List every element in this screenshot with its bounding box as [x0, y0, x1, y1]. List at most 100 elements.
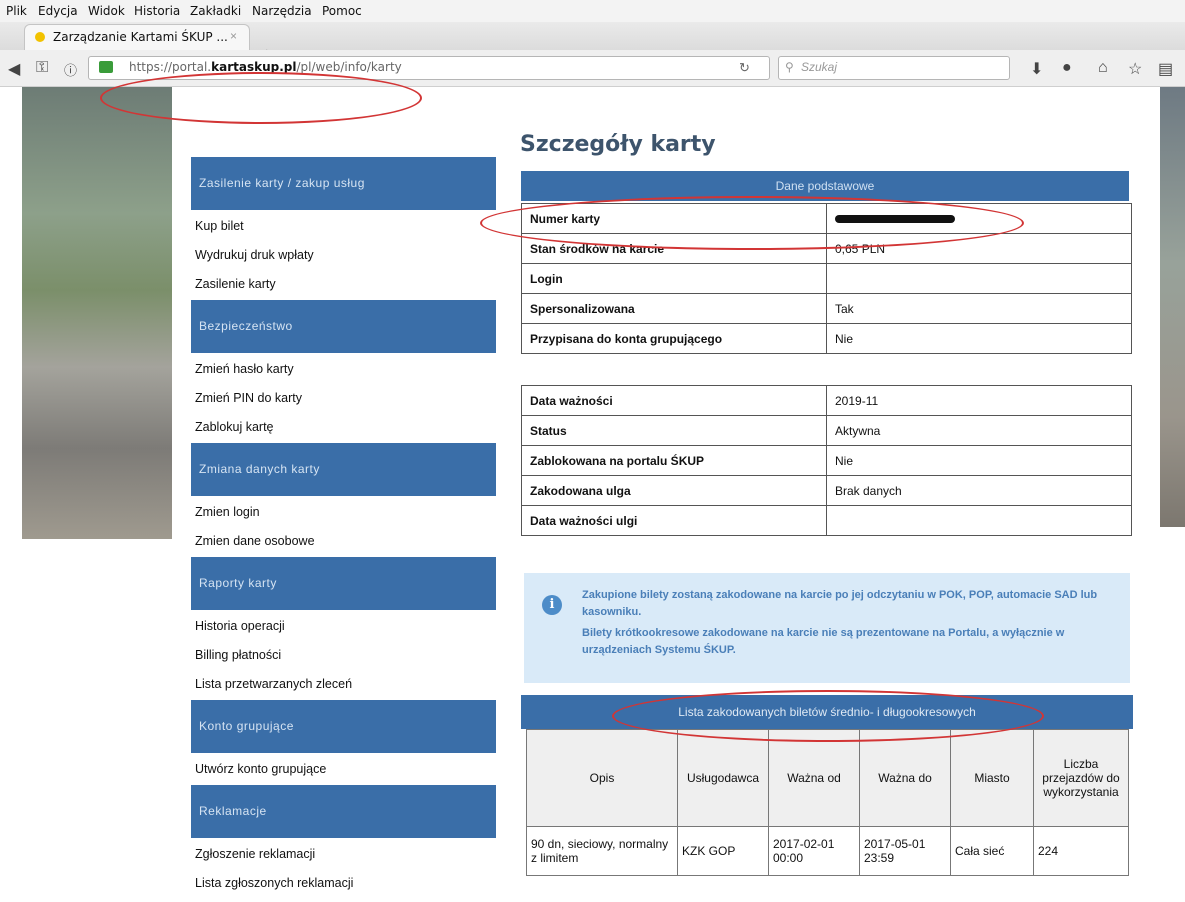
value-balance: 0,65 PLN — [826, 233, 1132, 264]
col-wazna-do: Ważna do — [859, 729, 951, 827]
info-box: i Zakupione bilety zostaną zakodowane na… — [524, 573, 1130, 683]
table-row: Status Aktywna — [521, 415, 1132, 446]
home-icon[interactable]: ⌂ — [1098, 59, 1108, 77]
table-row: Stan środków na karcie 0,65 PLN — [521, 233, 1132, 264]
sidebar-item-kup-bilet[interactable]: Kup bilet — [191, 212, 496, 241]
menu-bar: Plik Edycja Widok Historia Zakładki Narz… — [0, 0, 1185, 22]
tickets-list-header: Lista zakodowanych biletów średnio- i dł… — [521, 695, 1133, 729]
sidebar-item-utworz-konto[interactable]: Utwórz konto grupujące — [191, 755, 496, 784]
menu-pomoc[interactable]: Pomoc — [322, 4, 362, 18]
sidebar-item-zgloszenie[interactable]: Zgłoszenie reklamacji — [191, 840, 496, 869]
label-expiry: Data ważności — [521, 385, 827, 416]
url-text: https://portal.kartaskup.pl/pl/web/info/… — [129, 60, 402, 74]
key-icon[interactable]: ⚿ — [36, 59, 48, 77]
table-row: Numer karty — [521, 203, 1132, 234]
label-balance: Stan środków na karcie — [521, 233, 827, 264]
sidebar-item-zmien-login[interactable]: Zmien login — [191, 498, 496, 527]
menu-plik[interactable]: Plik — [6, 4, 27, 18]
value-discount: Brak danych — [826, 475, 1132, 506]
sidebar-item-lista-zlecen[interactable]: Lista przetwarzanych zleceń — [191, 670, 496, 699]
cell-wazna-do: 2017-05-01 23:59 — [859, 826, 951, 876]
sidebar-header-konto-grupujace: Konto grupujące — [191, 700, 496, 753]
sidebar-header-bezpieczenstwo: Bezpieczeństwo — [191, 300, 496, 353]
redaction-scribble — [835, 215, 955, 224]
tab-close-icon[interactable]: × — [230, 29, 237, 43]
value-blocked: Nie — [826, 445, 1132, 476]
download-icon[interactable]: ⬇ — [1030, 59, 1043, 79]
menu-narzedzia[interactable]: Narzędzia — [252, 4, 312, 18]
info-line-1: Zakupione bilety zostaną zakodowane na k… — [582, 589, 1098, 618]
navigation-bar: ◀ ⚿ ⓘ https://portal.kartaskup.pl/pl/web… — [0, 50, 1185, 87]
addon-icon[interactable]: ● — [1062, 59, 1072, 77]
col-liczba-przejazdow: Liczba przejazdów do wykorzystania — [1033, 729, 1129, 827]
table-row: Przypisana do konta grupującego Nie — [521, 323, 1132, 354]
sidebar-header-zasilenie: Zasilenie karty / zakup usług — [191, 157, 496, 210]
sidebar-item-historia[interactable]: Historia operacji — [191, 612, 496, 641]
cell-wazna-od: 2017-02-01 00:00 — [768, 826, 860, 876]
table-row: 90 dn, sieciowy, normalny z limitem KZK … — [526, 826, 1129, 876]
table-header-row: Opis Usługodawca Ważna od Ważna do Miast… — [526, 729, 1129, 827]
sidebar-item-billing[interactable]: Billing płatności — [191, 641, 496, 670]
col-opis: Opis — [526, 729, 678, 827]
label-discount-expiry: Data ważności ulgi — [521, 505, 827, 536]
sidebar-item-zmien-pin[interactable]: Zmień PIN do karty — [191, 384, 496, 413]
sidebar-item-wydrukuj[interactable]: Wydrukuj druk wpłaty — [191, 241, 496, 270]
favicon-icon — [35, 32, 45, 42]
bookmark-star-icon[interactable]: ☆ — [1128, 59, 1142, 79]
cell-opis: 90 dn, sieciowy, normalny z limitem — [526, 826, 678, 876]
sidebar: Zasilenie karty / zakup usług Kup bilet … — [191, 157, 496, 898]
basic-details-table: Numer karty Stan środków na karcie 0,65 … — [521, 203, 1132, 354]
sidebar-item-zmien-haslo[interactable]: Zmień hasło karty — [191, 355, 496, 384]
reload-icon[interactable]: ↻ — [739, 60, 750, 76]
col-wazna-od: Ważna od — [768, 729, 860, 827]
status-details-table: Data ważności 2019-11 Status Aktywna Zab… — [521, 385, 1132, 536]
label-login: Login — [521, 263, 827, 294]
cell-liczba: 224 — [1033, 826, 1129, 876]
table-row: Data ważności 2019-11 — [521, 385, 1132, 416]
label-group-account: Przypisana do konta grupującego — [521, 323, 827, 354]
value-group-account: Nie — [826, 323, 1132, 354]
bookmarks-list-icon[interactable]: ▤ — [1158, 59, 1173, 79]
cell-miasto: Cała sieć — [950, 826, 1034, 876]
table-row: Spersonalizowana Tak — [521, 293, 1132, 324]
label-card-number: Numer karty — [521, 203, 827, 234]
menu-edycja[interactable]: Edycja — [38, 4, 78, 18]
sidebar-header-zmiana-danych: Zmiana danych karty — [191, 443, 496, 496]
value-expiry: 2019-11 — [826, 385, 1132, 416]
lock-icon — [99, 61, 113, 73]
sidebar-item-lista-reklamacji[interactable]: Lista zgłoszonych reklamacji — [191, 869, 496, 898]
tab-skup[interactable]: Zarządzanie Kartami ŚKUP ... × — [24, 24, 250, 51]
background-photo-left — [22, 87, 172, 539]
background-photo-right — [1160, 87, 1185, 527]
table-row: Zablokowana na portalu ŚKUP Nie — [521, 445, 1132, 476]
table-row: Data ważności ulgi — [521, 505, 1132, 536]
menu-widok[interactable]: Widok — [88, 4, 125, 18]
label-status: Status — [521, 415, 827, 446]
label-blocked: Zablokowana na portalu ŚKUP — [521, 445, 827, 476]
info-circle-icon: i — [542, 595, 562, 615]
value-discount-expiry — [826, 505, 1132, 536]
page-title: Szczegóły karty — [520, 132, 716, 157]
label-personalized: Spersonalizowana — [521, 293, 827, 324]
value-status: Aktywna — [826, 415, 1132, 446]
table-row: Login — [521, 263, 1132, 294]
sidebar-item-zmien-dane[interactable]: Zmien dane osobowe — [191, 527, 496, 556]
sidebar-item-zablokuj[interactable]: Zablokuj kartę — [191, 413, 496, 442]
search-placeholder: Szukaj — [801, 60, 838, 74]
table-row: Zakodowana ulga Brak danych — [521, 475, 1132, 506]
menu-historia[interactable]: Historia — [134, 4, 180, 18]
sidebar-item-zasilenie[interactable]: Zasilenie karty — [191, 270, 496, 299]
tab-title: Zarządzanie Kartami ŚKUP ... — [53, 30, 228, 44]
col-miasto: Miasto — [950, 729, 1034, 827]
value-personalized: Tak — [826, 293, 1132, 324]
info-line-2: Bilety krótkookresowe zakodowane na karc… — [582, 627, 1065, 656]
url-bar[interactable]: https://portal.kartaskup.pl/pl/web/info/… — [88, 56, 770, 80]
sidebar-header-reklamacje: Reklamacje — [191, 785, 496, 838]
search-input[interactable]: ⚲ Szukaj — [778, 56, 1010, 80]
col-uslugodawca: Usługodawca — [677, 729, 769, 827]
sidebar-header-raporty: Raporty karty — [191, 557, 496, 610]
info-icon[interactable]: ⓘ — [64, 60, 77, 79]
back-icon[interactable]: ◀ — [8, 59, 20, 79]
menu-zakladki[interactable]: Zakładki — [190, 4, 241, 18]
cell-uslugodawca: KZK GOP — [677, 826, 769, 876]
